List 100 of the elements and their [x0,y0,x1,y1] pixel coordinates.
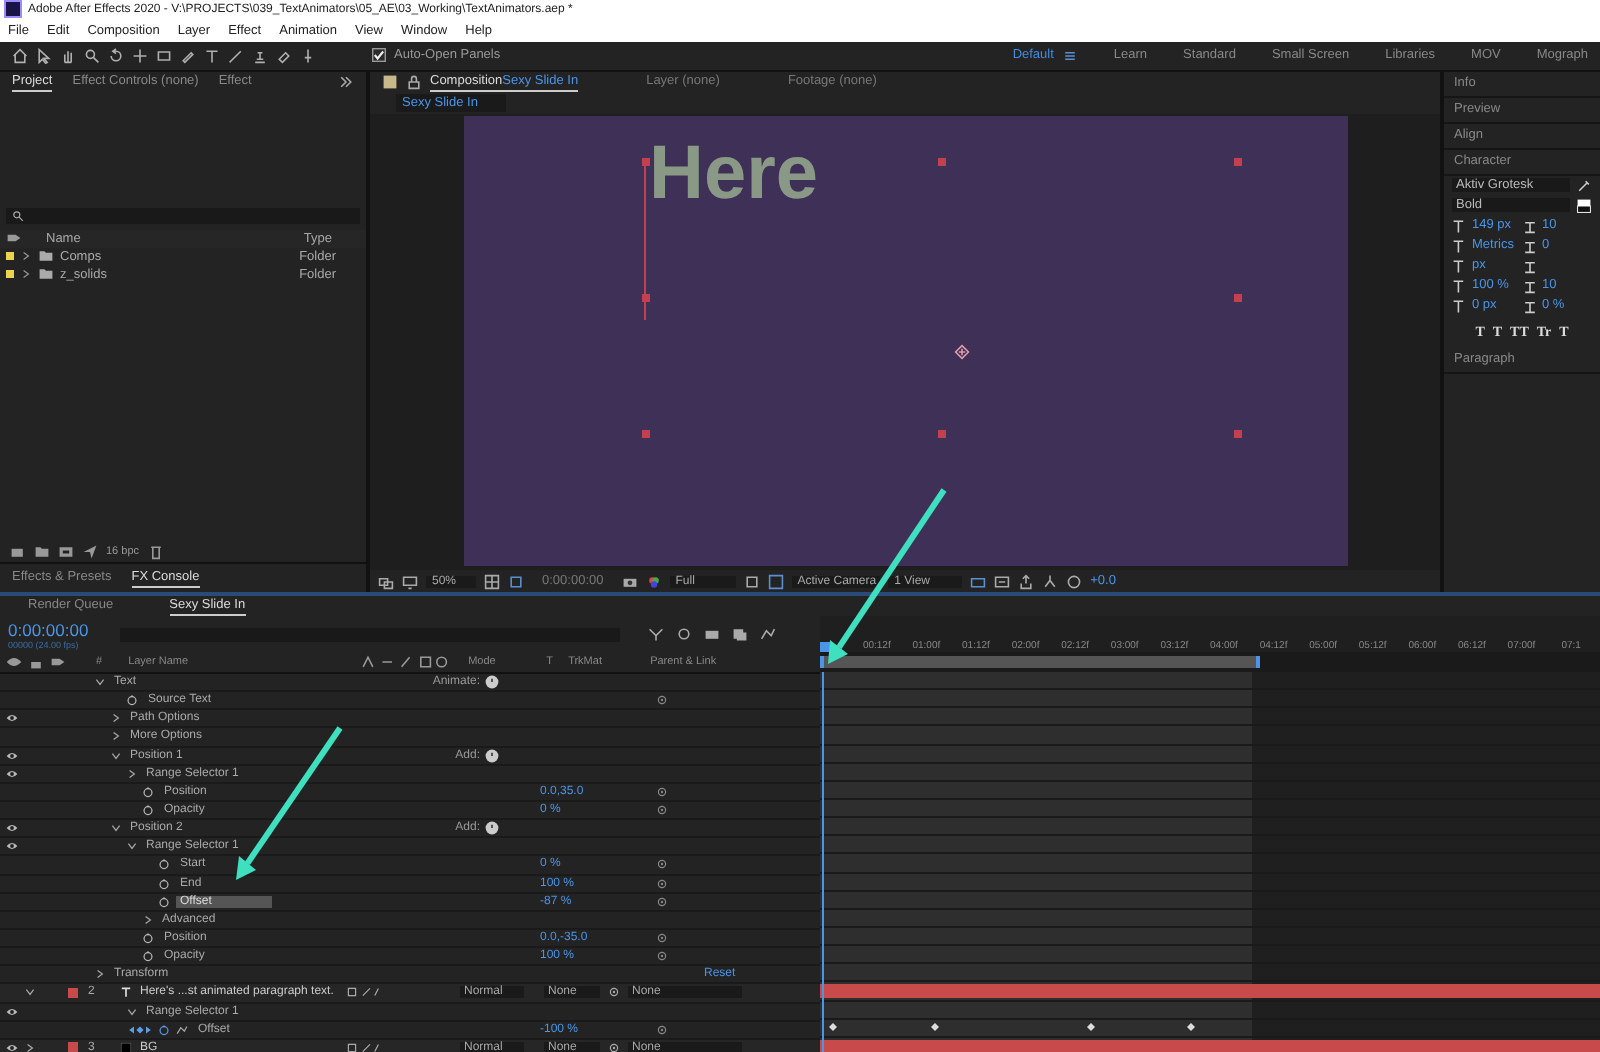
eye-icon[interactable] [6,749,18,762]
fast-preview-icon[interactable] [994,573,1011,589]
folder-icon[interactable] [34,543,50,559]
transform-handle[interactable] [641,158,649,167]
expand-toggle[interactable] [126,767,138,780]
comp-flowchart-icon[interactable] [648,626,664,642]
pickwhip-icon[interactable] [656,694,668,707]
transform-handle[interactable] [641,294,649,303]
layer-label-color[interactable] [68,1042,78,1052]
brush-icon[interactable] [228,47,244,64]
expand-toggle[interactable] [94,968,106,981]
monitor-icon[interactable] [402,573,418,589]
layers-icon[interactable] [378,573,394,589]
layer-label-color[interactable] [68,987,78,998]
transform-handle[interactable] [1233,158,1241,167]
stamp-icon[interactable] [252,47,268,64]
camera-icon[interactable] [621,573,638,589]
search-field[interactable] [6,207,360,224]
expand-panel-icon[interactable] [338,74,354,91]
eye-icon[interactable] [6,712,18,725]
stopwatch-icon[interactable] [142,932,154,945]
eye-icon[interactable] [6,822,18,835]
selection-arrow-icon[interactable] [36,47,52,64]
flowchart-icon[interactable] [1042,573,1059,589]
keyframe-icon[interactable] [1085,1022,1096,1033]
interpret-footage-icon[interactable] [10,543,26,559]
expand-toggle[interactable] [110,822,122,835]
transform-handle[interactable] [1233,294,1241,303]
transform-handle[interactable] [1233,430,1241,439]
transform-handle[interactable] [937,430,945,439]
add-menu-icon[interactable] [484,674,500,691]
expand-toggle[interactable] [126,1005,138,1018]
transform-handle[interactable] [937,158,945,167]
pickwhip-icon[interactable] [608,1041,620,1052]
type-setting-icon [1452,277,1468,294]
expand-toggle[interactable] [24,986,36,999]
stopwatch-icon[interactable] [158,1023,170,1036]
mask-icon[interactable] [508,573,525,589]
expand-toggle[interactable] [110,712,122,725]
expand-toggle[interactable] [142,913,154,926]
stopwatch-icon[interactable] [142,950,154,963]
stopwatch-icon[interactable] [158,895,170,908]
stopwatch-icon[interactable] [158,877,170,890]
home-icon[interactable] [12,47,28,64]
export-icon[interactable] [1018,573,1035,589]
shy-icon[interactable] [676,626,692,642]
pickwhip-icon[interactable] [656,1023,668,1036]
eraser-icon[interactable] [276,47,292,64]
frame-blend-icon[interactable] [704,626,720,642]
eye-icon[interactable] [6,1041,18,1052]
toggle-pixel-icon[interactable] [970,573,987,589]
color-channels-icon[interactable] [645,573,662,589]
current-time[interactable]: 0:00:00:00 [8,619,108,639]
grid-icon[interactable] [484,573,501,589]
eye-icon[interactable] [6,767,18,780]
pin-icon[interactable] [300,47,316,64]
expand-toggle[interactable] [110,749,122,762]
send-icon[interactable] [82,543,98,559]
trash-icon[interactable] [147,543,164,559]
composition-canvas[interactable]: Here [463,116,1347,567]
pen-icon[interactable] [180,47,196,64]
stopwatch-icon[interactable] [142,785,154,798]
graph-icon[interactable] [176,1023,188,1036]
playhead-handle[interactable] [820,642,830,652]
transparency-grid-icon[interactable] [767,573,784,589]
expand-toggle[interactable] [126,840,138,853]
eye-icon[interactable] [6,840,18,853]
hand-icon[interactable] [60,47,76,64]
zoom-icon[interactable] [84,47,100,64]
stopwatch-icon[interactable] [126,694,138,707]
stopwatch-icon[interactable] [158,858,170,871]
keyframe-navigator-icon[interactable] [126,1023,154,1036]
eyedropper-icon[interactable] [1576,177,1592,194]
keyframe-icon[interactable] [929,1022,940,1033]
lock-icon[interactable] [406,74,422,91]
canvas-text[interactable]: Here [649,136,818,213]
graph-editor-icon[interactable] [760,626,776,642]
text-tool-icon[interactable] [204,47,220,64]
keyframe-icon[interactable] [827,1022,838,1033]
eye-icon[interactable] [6,1005,18,1018]
keyframe-icon[interactable] [1186,1022,1197,1033]
expand-toggle[interactable] [24,1041,36,1052]
rectangle-icon[interactable] [156,47,172,64]
auto-open-checkbox[interactable] [372,48,386,63]
expand-toggle[interactable] [110,730,122,743]
exposure-icon[interactable] [1066,573,1083,589]
motion-blur-icon[interactable] [732,626,748,642]
add-menu-icon[interactable] [484,820,500,837]
menu-icon[interactable] [1061,47,1078,64]
stopwatch-icon[interactable] [142,804,154,817]
pickwhip-icon[interactable] [608,986,620,999]
anchor-point-icon[interactable] [953,344,969,361]
film-icon[interactable] [58,543,74,559]
rotate-icon[interactable] [108,47,124,64]
transform-handle[interactable] [641,430,649,439]
move-icon[interactable] [132,47,148,64]
add-menu-icon[interactable] [484,747,500,764]
expand-toggle[interactable] [94,676,106,689]
region-icon[interactable] [743,573,760,589]
fill-stroke-swatch-icon[interactable] [1576,197,1592,214]
